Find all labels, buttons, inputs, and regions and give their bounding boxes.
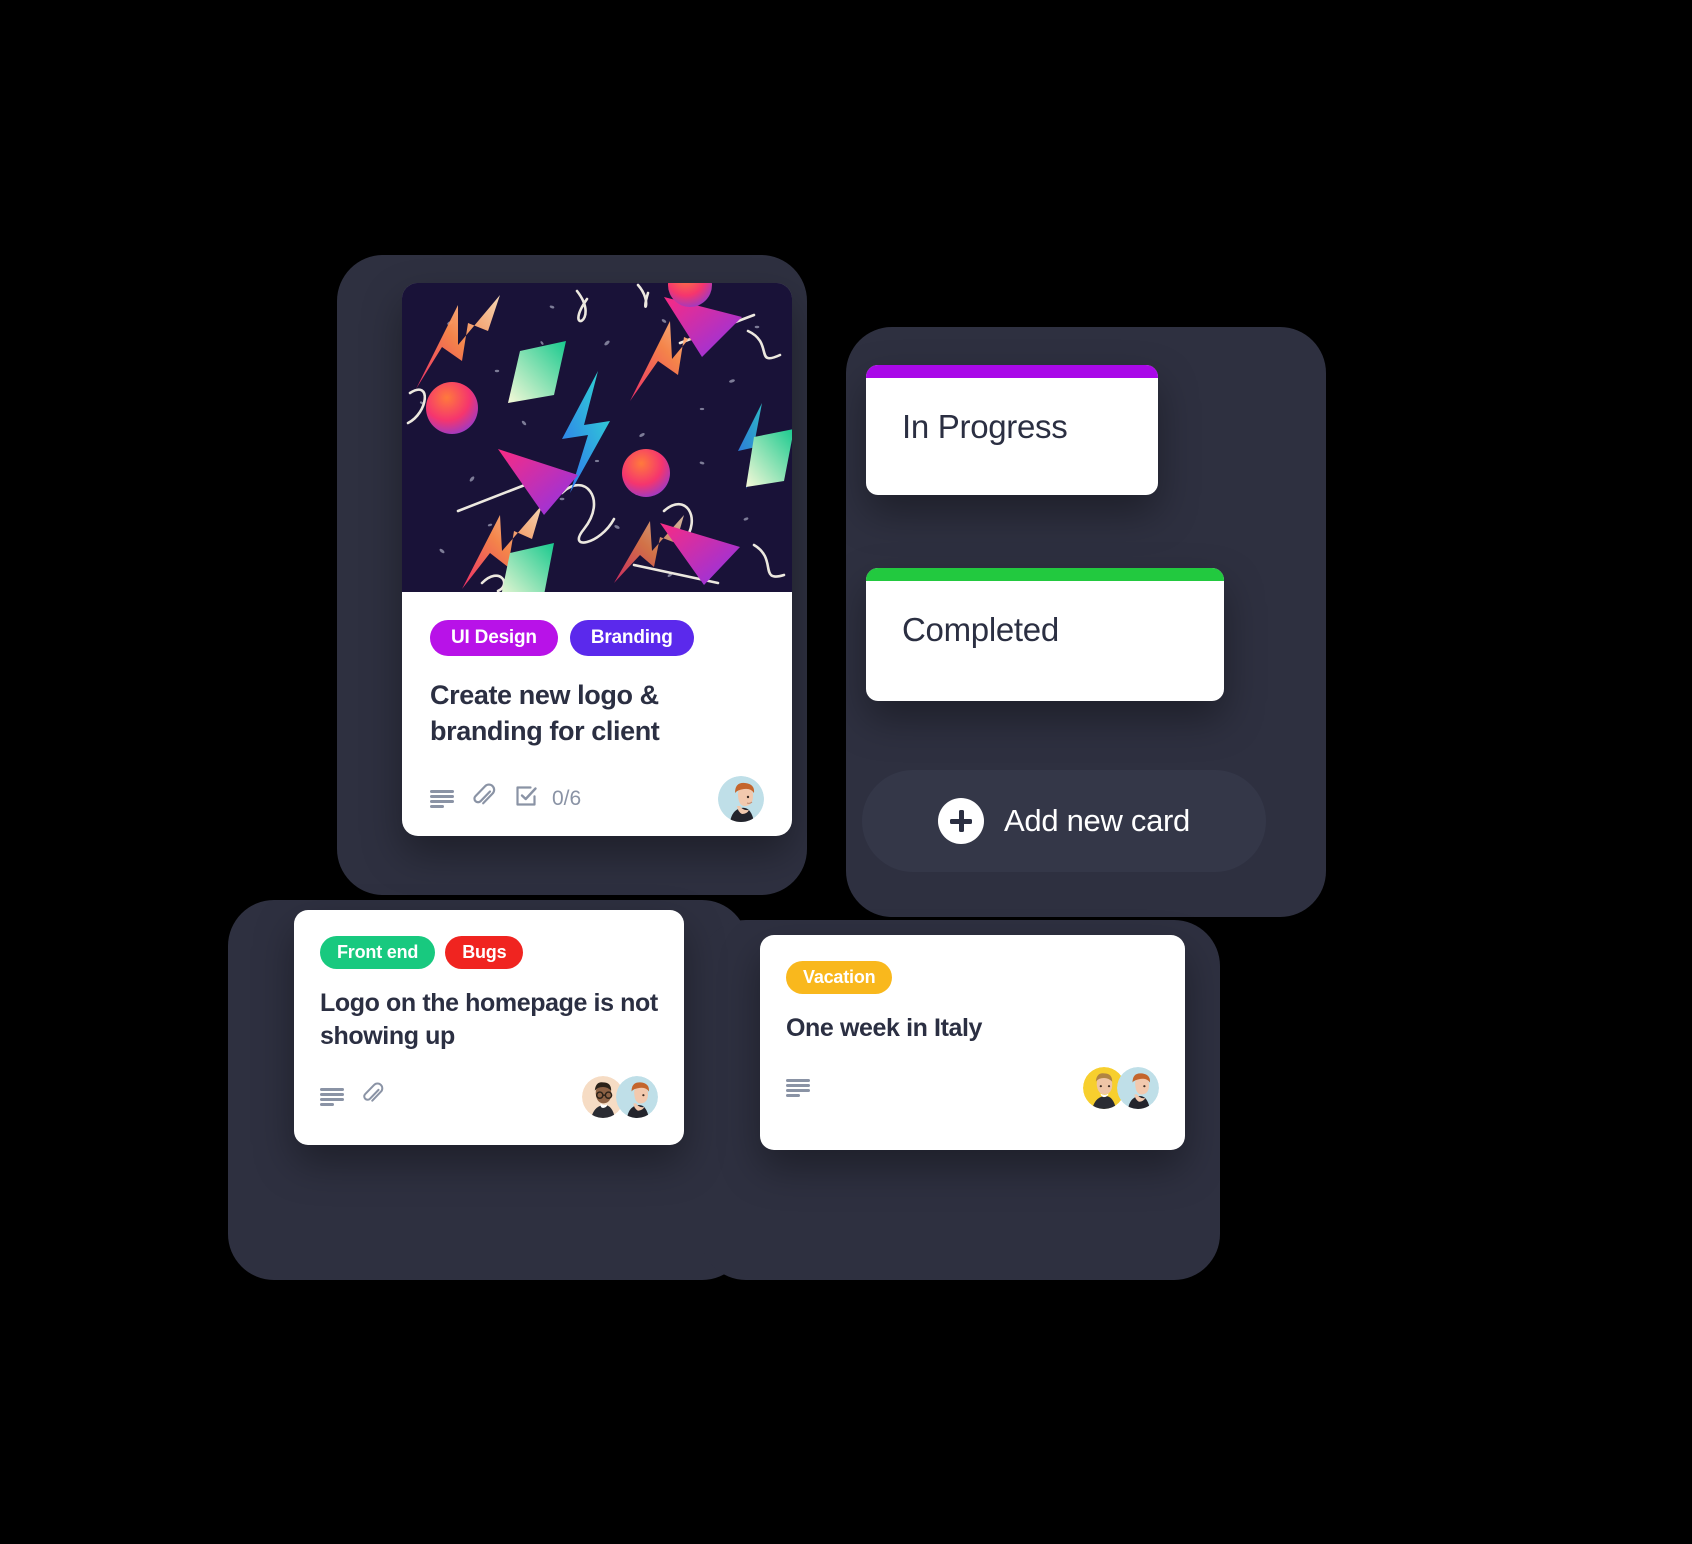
card-body: Vacation One week in Italy: [760, 935, 1185, 1131]
description-lines-icon: [430, 789, 454, 808]
column-title-completed: Completed: [902, 611, 1059, 648]
card-footer: 0/6: [430, 775, 764, 822]
paperclip-icon: [472, 783, 496, 814]
member-avatars: [718, 775, 764, 822]
task-card-italy[interactable]: Vacation One week in Italy: [760, 935, 1185, 1150]
tag-vacation[interactable]: Vacation: [786, 961, 893, 994]
member-avatars: [1083, 1067, 1159, 1110]
paperclip-icon: [362, 1082, 384, 1111]
description-lines-icon: [320, 1087, 344, 1106]
card-title: Create new logo & branding for client: [430, 680, 660, 746]
tag-row: UI Design Branding: [430, 620, 764, 656]
checklist-count: 0/6: [552, 786, 582, 810]
tag-branding[interactable]: Branding: [569, 620, 694, 656]
add-new-card-label: Add new card: [1004, 803, 1190, 838]
card-title: One week in Italy: [786, 1014, 983, 1042]
column-header-completed[interactable]: Completed: [866, 568, 1224, 701]
plus-icon: [938, 798, 985, 844]
member-avatars: [582, 1075, 658, 1118]
card-body: UI Design Branding Create new logo & bra…: [402, 592, 792, 836]
avatar-red-haired-woman[interactable]: [718, 775, 764, 822]
task-card-logo-bug[interactable]: Front end Bugs Logo on the homepage is n…: [294, 910, 684, 1145]
tag-ui-design[interactable]: UI Design: [430, 620, 558, 656]
tag-row: Front end Bugs: [320, 936, 658, 969]
description-lines-icon: [786, 1079, 810, 1098]
memphis-pattern-cover: [402, 283, 792, 592]
checklist-icon: [514, 784, 538, 813]
column-title-in-progress: In Progress: [902, 408, 1068, 445]
card-title: Logo on the homepage is not showing up: [320, 989, 658, 1051]
task-card-create-logo[interactable]: UI Design Branding Create new logo & bra…: [402, 283, 792, 836]
card-footer: [320, 1075, 658, 1118]
kanban-board: UI Design Branding Create new logo & bra…: [0, 0, 1692, 1544]
tag-bugs[interactable]: Bugs: [445, 936, 524, 969]
avatar-red-haired-woman[interactable]: [1117, 1067, 1159, 1110]
card-body: Front end Bugs Logo on the homepage is n…: [294, 910, 684, 1140]
tag-front-end[interactable]: Front end: [320, 936, 436, 969]
column-strip-purple: [866, 365, 1158, 378]
card-footer: [786, 1067, 1159, 1110]
add-new-card-button[interactable]: Add new card: [862, 770, 1266, 872]
column-header-in-progress[interactable]: In Progress: [866, 365, 1158, 495]
column-strip-green: [866, 568, 1224, 581]
avatar-red-haired-woman[interactable]: [616, 1075, 658, 1118]
tag-row: Vacation: [786, 961, 1159, 994]
